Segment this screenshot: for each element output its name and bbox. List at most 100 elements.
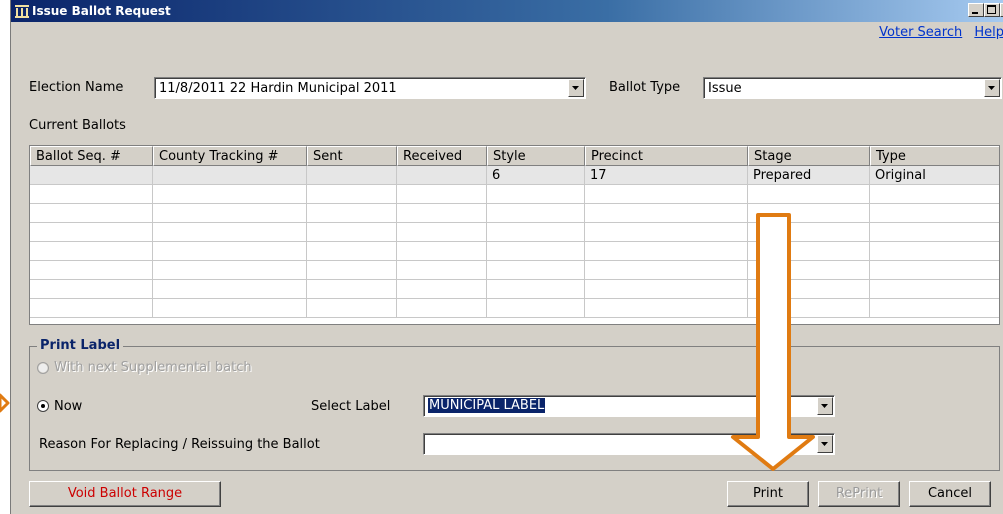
table-cell-empty bbox=[397, 223, 487, 242]
election-name-select[interactable]: 11/8/2011 22 Hardin Municipal 2011 bbox=[154, 77, 586, 99]
cell-ballot-seq bbox=[30, 166, 153, 185]
annotation-arrow-left-icon bbox=[0, 393, 10, 413]
minimize-button[interactable] bbox=[968, 3, 984, 17]
table-cell-empty bbox=[585, 204, 748, 223]
select-label-value: MUNICIPAL LABEL bbox=[428, 398, 546, 413]
table-cell-empty bbox=[397, 280, 487, 299]
cancel-button[interactable]: Cancel bbox=[909, 481, 991, 507]
cell-stage: Prepared bbox=[748, 166, 870, 185]
column-header[interactable]: Sent bbox=[307, 146, 397, 166]
ballot-type-value: Issue bbox=[708, 81, 742, 96]
table-row-empty[interactable] bbox=[30, 242, 999, 261]
issue-ballot-request-window: Issue Ballot Request Voter Search Help E… bbox=[10, 0, 1003, 514]
table-header: Ballot Seq. # County Tracking # Sent Rec… bbox=[30, 146, 999, 166]
void-ballot-range-button[interactable]: Void Ballot Range bbox=[29, 481, 221, 507]
table-row-empty[interactable] bbox=[30, 223, 999, 242]
ballot-type-select[interactable]: Issue bbox=[703, 77, 1002, 99]
maximize-icon bbox=[987, 5, 996, 14]
table-cell-empty bbox=[307, 185, 397, 204]
table-cell-empty bbox=[307, 223, 397, 242]
table-cell-empty bbox=[397, 242, 487, 261]
help-link[interactable]: Help bbox=[974, 25, 1003, 40]
table-cell-empty bbox=[307, 261, 397, 280]
cell-precinct: 17 bbox=[585, 166, 748, 185]
table-cell-empty bbox=[870, 204, 999, 223]
radio-now[interactable] bbox=[37, 400, 49, 412]
supplemental-option-label: With next Supplemental batch bbox=[54, 360, 252, 375]
table-cell-empty bbox=[397, 261, 487, 280]
title-bar[interactable]: Issue Ballot Request bbox=[11, 0, 1003, 22]
table-cell-empty bbox=[748, 223, 870, 242]
table-cell-empty bbox=[153, 185, 307, 204]
column-header[interactable]: Style bbox=[487, 146, 585, 166]
maximize-button[interactable] bbox=[984, 3, 1000, 17]
reason-label: Reason For Replacing / Reissuing the Bal… bbox=[39, 437, 320, 452]
reprint-button[interactable]: RePrint bbox=[818, 481, 900, 507]
table-cell-empty bbox=[30, 280, 153, 299]
reason-dropdown-button[interactable] bbox=[817, 435, 833, 453]
table-cell-empty bbox=[748, 280, 870, 299]
table-cell-empty bbox=[153, 261, 307, 280]
table-cell-empty bbox=[870, 223, 999, 242]
table-cell-empty bbox=[748, 185, 870, 204]
select-label-dropdown[interactable]: MUNICIPAL LABEL bbox=[423, 395, 835, 417]
table-cell-empty bbox=[30, 204, 153, 223]
table-cell-empty bbox=[307, 204, 397, 223]
election-dropdown-button[interactable] bbox=[568, 79, 584, 97]
print-button[interactable]: Print bbox=[727, 481, 809, 507]
table-row-empty[interactable] bbox=[30, 204, 999, 223]
print-label-legend: Print Label bbox=[37, 338, 124, 353]
minimize-icon bbox=[972, 12, 978, 14]
table-cell-empty bbox=[30, 223, 153, 242]
table-cell-empty bbox=[870, 299, 999, 318]
chevron-down-icon bbox=[572, 86, 579, 90]
voter-search-link[interactable]: Voter Search bbox=[879, 25, 962, 40]
cell-type: Original bbox=[870, 166, 999, 185]
column-header[interactable]: Precinct bbox=[585, 146, 748, 166]
table-cell-empty bbox=[487, 223, 585, 242]
chevron-down-icon bbox=[821, 442, 828, 446]
election-name-value: 11/8/2011 22 Hardin Municipal 2011 bbox=[159, 81, 397, 96]
table-cell-empty bbox=[153, 299, 307, 318]
table-cell-empty bbox=[30, 185, 153, 204]
table-cell-empty bbox=[30, 242, 153, 261]
table-row-empty[interactable] bbox=[30, 299, 999, 318]
column-header[interactable]: Ballot Seq. # bbox=[30, 146, 153, 166]
table-cell-empty bbox=[748, 242, 870, 261]
app-icon bbox=[15, 5, 29, 18]
table-cell-empty bbox=[870, 261, 999, 280]
table-cell-empty bbox=[585, 242, 748, 261]
cell-style: 6 bbox=[487, 166, 585, 185]
table-cell-empty bbox=[30, 261, 153, 280]
table-cell-empty bbox=[153, 280, 307, 299]
table-cell-empty bbox=[585, 223, 748, 242]
table-cell-empty bbox=[153, 242, 307, 261]
column-header[interactable]: Received bbox=[397, 146, 487, 166]
reason-dropdown[interactable] bbox=[423, 433, 835, 455]
table-cell-empty bbox=[870, 280, 999, 299]
column-header[interactable]: County Tracking # bbox=[153, 146, 307, 166]
table-cell-empty bbox=[487, 299, 585, 318]
table-row-empty[interactable] bbox=[30, 280, 999, 299]
ballot-type-label: Ballot Type bbox=[609, 80, 681, 95]
table-row-empty[interactable] bbox=[30, 261, 999, 280]
table-cell-empty bbox=[307, 280, 397, 299]
table-cell-empty bbox=[487, 185, 585, 204]
select-label-label: Select Label bbox=[311, 399, 391, 414]
table-cell-empty bbox=[585, 261, 748, 280]
radio-supplemental[interactable] bbox=[37, 362, 49, 374]
select-label-dropdown-button[interactable] bbox=[817, 397, 833, 415]
table-cell-empty bbox=[153, 204, 307, 223]
table-cell-empty bbox=[870, 185, 999, 204]
table-cell-empty bbox=[487, 204, 585, 223]
column-header[interactable]: Type bbox=[870, 146, 999, 166]
table-row-empty[interactable] bbox=[30, 185, 999, 204]
cell-sent bbox=[307, 166, 397, 185]
table-cell-empty bbox=[397, 185, 487, 204]
table-row[interactable]: 6 17 Prepared Original bbox=[30, 166, 999, 185]
header-links: Voter Search Help bbox=[871, 25, 1003, 40]
table-cell-empty bbox=[30, 299, 153, 318]
cell-received bbox=[397, 166, 487, 185]
column-header[interactable]: Stage bbox=[748, 146, 870, 166]
ballot-type-dropdown-button[interactable] bbox=[984, 79, 1000, 97]
